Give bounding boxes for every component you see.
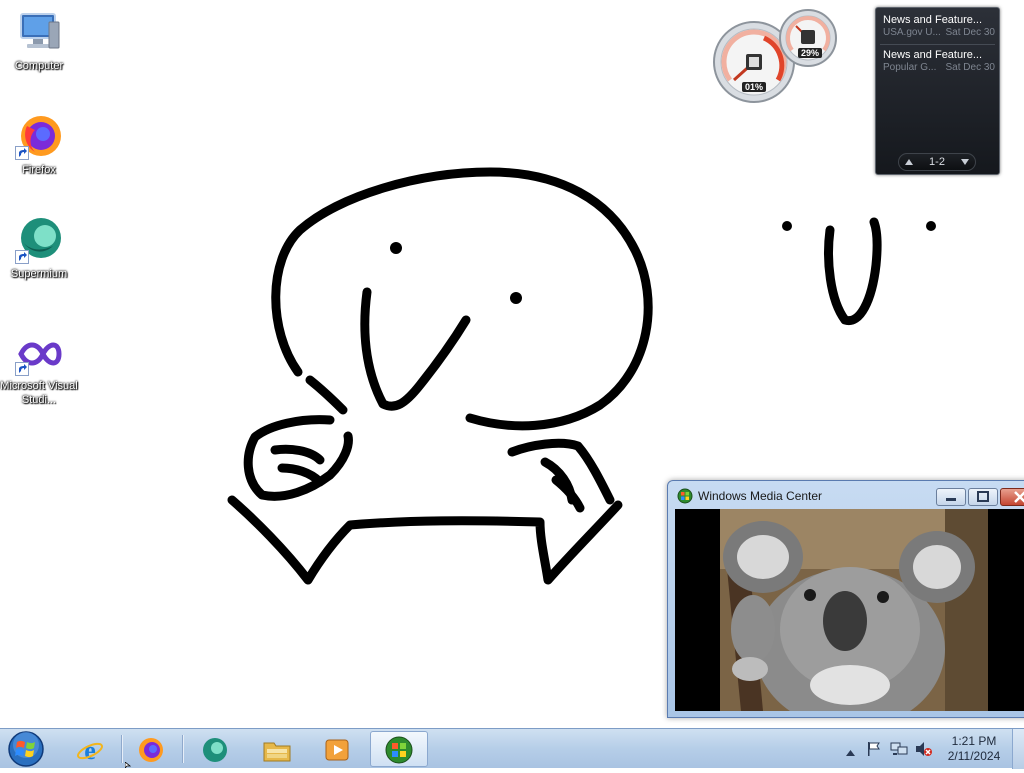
desktop-icon-visual-studio[interactable]: Microsoft Visual Studi... — [0, 328, 78, 407]
cpu-meter-gadget[interactable]: 01% 29% — [712, 8, 842, 104]
windows-media-center-icon — [385, 736, 413, 764]
shortcut-arrow-icon — [15, 250, 29, 264]
windows-media-center-icon — [677, 488, 693, 504]
taskbar: e 1:21 PM 2/11/2024 — [0, 728, 1024, 769]
show-desktop-button[interactable] — [1012, 729, 1024, 769]
maximize-button[interactable] — [968, 488, 998, 506]
feed-item[interactable]: News and Feature... Popular G... Sat Dec… — [883, 49, 995, 74]
taskbar-firefox[interactable] — [124, 731, 176, 767]
feed-item-date: Sat Dec 30 — [945, 27, 995, 38]
supermium-icon — [203, 738, 227, 762]
feed-item-source: USA.gov U... — [883, 27, 941, 38]
clock-date: 2/11/2024 — [947, 749, 1001, 763]
feed-item-title: News and Feature... — [883, 49, 983, 61]
close-button[interactable] — [1000, 488, 1024, 506]
action-center-flag-icon[interactable] — [866, 741, 882, 762]
taskbar-internet-explorer[interactable]: e — [63, 731, 115, 767]
taskbar-media-player[interactable] — [310, 731, 362, 767]
divider — [121, 735, 122, 763]
desktop-icon-label: Firefox — [22, 164, 56, 176]
feed-item-title: News and Feature... — [883, 14, 983, 26]
minimize-button[interactable] — [936, 488, 966, 506]
svg-text:e: e — [84, 737, 96, 763]
feed-headlines-gadget[interactable]: News and Feature... USA.gov U... Sat Dec… — [875, 7, 1000, 175]
next-page-icon[interactable] — [961, 159, 969, 165]
visual-studio-icon — [15, 328, 63, 376]
koala-photo — [675, 509, 1024, 711]
cpu-usage-readout: 01% — [742, 82, 767, 92]
supermium-icon — [15, 216, 63, 264]
feed-item[interactable]: News and Feature... USA.gov U... Sat Dec… — [883, 14, 995, 39]
media-viewer[interactable] — [675, 509, 1024, 711]
desktop-icon-label: Microsoft Visual Studi... — [0, 380, 78, 406]
desktop-icon-firefox[interactable]: Firefox — [0, 112, 78, 177]
media-player-icon — [325, 739, 349, 761]
mouse-cursor-icon — [125, 762, 131, 768]
feed-page-indicator: 1-2 — [929, 156, 945, 168]
feed-item-source: Popular G... — [883, 62, 937, 73]
start-button[interactable] — [4, 730, 48, 768]
divider — [880, 44, 995, 45]
window-titlebar[interactable]: Windows Media Center — [668, 481, 1024, 509]
desktop-icon-label: Supermium — [10, 268, 68, 280]
memory-usage-readout: 29% — [798, 48, 823, 58]
desktop-icon-supermium[interactable]: Supermium — [0, 216, 78, 281]
window-title: Windows Media Center — [698, 489, 823, 503]
desktop-icon-computer[interactable]: Computer — [0, 8, 78, 73]
system-clock[interactable]: 1:21 PM 2/11/2024 — [938, 734, 1010, 764]
shortcut-arrow-icon — [15, 146, 29, 160]
taskbar-supermium[interactable] — [186, 731, 238, 767]
volume-muted-icon[interactable] — [915, 741, 933, 762]
desktop-icon-label: Computer — [14, 60, 64, 72]
feed-item-date: Sat Dec 30 — [945, 62, 995, 73]
feed-pager: 1-2 — [898, 153, 976, 171]
show-hidden-icons-icon[interactable] — [846, 744, 855, 762]
taskbar-windows-media-center[interactable] — [370, 731, 428, 767]
taskbar-file-explorer[interactable] — [248, 731, 300, 767]
previous-page-icon[interactable] — [905, 159, 913, 165]
file-explorer-icon — [263, 742, 291, 762]
media-center-window[interactable]: Windows Media Center — [667, 480, 1024, 718]
shortcut-arrow-icon — [15, 362, 29, 376]
divider — [182, 735, 183, 763]
network-icon[interactable] — [890, 741, 908, 762]
internet-explorer-icon: e — [77, 737, 103, 763]
firefox-icon — [139, 738, 163, 762]
firefox-icon — [15, 112, 63, 160]
computer-icon — [15, 8, 63, 56]
clock-time: 1:21 PM — [951, 734, 997, 748]
